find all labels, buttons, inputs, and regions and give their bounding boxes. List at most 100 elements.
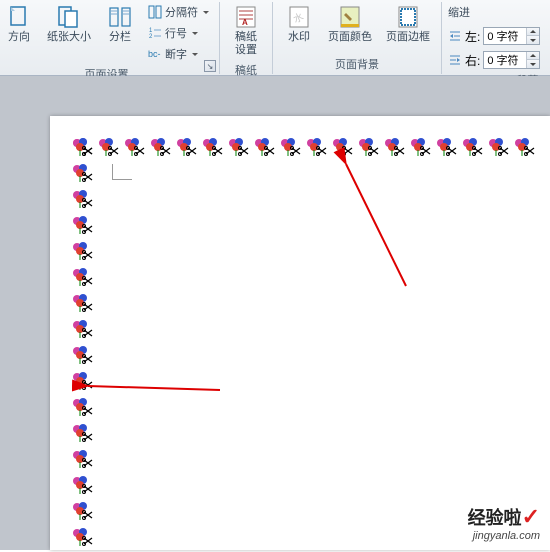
line-numbers-icon: 12 xyxy=(148,26,162,40)
breaks-button[interactable]: 分隔符 xyxy=(144,2,213,22)
group-indent: 缩进 左: 右: 段落 xyxy=(442,2,546,74)
group-label-page-bg: 页面背景 xyxy=(279,54,435,74)
spinner-down[interactable] xyxy=(527,60,539,68)
art-border-motif-icon xyxy=(200,136,226,162)
art-border-motif-icon xyxy=(512,136,538,162)
art-border-motif-icon xyxy=(70,422,96,448)
art-border-motif-icon xyxy=(70,292,96,318)
annotation-arrow-top xyxy=(336,156,436,299)
indent-right-label: 右: xyxy=(465,52,480,69)
columns-label: 分栏 xyxy=(109,31,131,44)
watermark-sub: jingyanla.com xyxy=(468,530,540,542)
indent-title: 缩进 xyxy=(448,4,470,20)
orientation-label: 方向 xyxy=(8,31,30,44)
art-border-motif-icon xyxy=(70,344,96,370)
hyphenation-icon: bc- xyxy=(148,47,162,61)
art-border-motif-icon xyxy=(304,136,330,162)
page-color-label: 页面颜色 xyxy=(328,31,372,44)
breaks-label: 分隔符 xyxy=(165,4,198,20)
svg-text:2: 2 xyxy=(149,34,153,40)
art-border-motif-icon xyxy=(70,214,96,240)
orientation-button[interactable]: 方向 xyxy=(0,2,38,47)
svg-text:bc-: bc- xyxy=(148,49,161,59)
line-numbers-button[interactable]: 12 行号 xyxy=(144,23,213,43)
page-border-button[interactable]: 页面边框 xyxy=(381,2,435,47)
art-border-motif-icon xyxy=(382,136,408,162)
art-border-motif-icon xyxy=(226,136,252,162)
indent-left-icon xyxy=(448,29,462,43)
art-border-motif-icon xyxy=(70,188,96,214)
art-border-motif-icon xyxy=(70,526,96,552)
indent-left-spinner[interactable] xyxy=(483,27,540,45)
cursor-marker xyxy=(112,164,132,180)
paper-size-button[interactable]: 纸张大小 xyxy=(42,2,96,47)
columns-button[interactable]: 分栏 xyxy=(100,2,140,47)
spinner-down[interactable] xyxy=(527,36,539,44)
hyphenation-label: 断字 xyxy=(165,46,187,62)
group-draft: A 稿纸 设置 稿纸 xyxy=(220,2,273,74)
spinner-up[interactable] xyxy=(527,52,539,60)
art-border-motif-icon xyxy=(148,136,174,162)
svg-text:A: A xyxy=(242,18,248,27)
art-border-motif-icon xyxy=(330,136,356,162)
watermark-label: 水印 xyxy=(288,31,310,44)
page-art-border-left xyxy=(70,136,96,550)
watermark-button[interactable]: 水 水印 xyxy=(279,2,319,47)
chevron-down-icon xyxy=(192,53,198,56)
chevron-down-icon xyxy=(192,32,198,35)
annotation-arrow-left xyxy=(80,376,230,399)
page-border-label: 页面边框 xyxy=(386,31,430,44)
art-border-motif-icon xyxy=(486,136,512,162)
art-border-motif-icon xyxy=(70,448,96,474)
art-border-motif-icon xyxy=(460,136,486,162)
draft-icon: A xyxy=(232,5,260,29)
indent-left-input[interactable] xyxy=(484,30,526,42)
group-page-background: 水 水印 页面颜色 页面边框 页面背景 xyxy=(273,2,442,74)
columns-icon xyxy=(106,5,134,29)
watermark-icon: 水 xyxy=(285,5,313,29)
art-border-motif-icon xyxy=(174,136,200,162)
document-page[interactable] xyxy=(50,116,550,550)
group-page-setup: 方向 纸张大小 分栏 分隔符 xyxy=(0,2,220,74)
indent-right-input[interactable] xyxy=(484,54,526,66)
art-border-motif-icon xyxy=(70,474,96,500)
page-art-border-top xyxy=(70,136,550,162)
draft-settings-button[interactable]: A 稿纸 设置 xyxy=(226,2,266,60)
indent-right-spinner[interactable] xyxy=(483,51,540,69)
art-border-motif-icon xyxy=(356,136,382,162)
page-color-button[interactable]: 页面颜色 xyxy=(323,2,377,47)
art-border-motif-icon xyxy=(70,370,96,396)
art-border-motif-icon xyxy=(70,136,96,162)
art-border-motif-icon xyxy=(70,500,96,526)
indent-right-icon xyxy=(448,53,462,67)
indent-left-label: 左: xyxy=(465,28,480,45)
art-border-motif-icon xyxy=(408,136,434,162)
breaks-icon xyxy=(148,5,162,19)
page-setup-dialog-launcher[interactable] xyxy=(204,60,216,72)
site-watermark: 经验啦✓ jingyanla.com xyxy=(468,504,540,542)
watermark-title: 经验啦 xyxy=(468,508,522,528)
art-border-motif-icon xyxy=(70,162,96,188)
paper-size-icon xyxy=(55,5,83,29)
art-border-motif-icon xyxy=(70,396,96,422)
page-color-icon xyxy=(336,5,364,29)
art-border-motif-icon xyxy=(70,240,96,266)
hyphenation-button[interactable]: bc- 断字 xyxy=(144,44,213,64)
paper-size-label: 纸张大小 xyxy=(47,31,91,44)
art-border-motif-icon xyxy=(122,136,148,162)
chevron-down-icon xyxy=(203,11,209,14)
check-icon: ✓ xyxy=(522,504,540,529)
draft-settings-label: 稿纸 设置 xyxy=(235,31,257,57)
orientation-icon xyxy=(5,5,33,29)
art-border-motif-icon xyxy=(434,136,460,162)
document-workspace xyxy=(0,76,550,550)
spinner-up[interactable] xyxy=(527,28,539,36)
line-numbers-label: 行号 xyxy=(165,25,187,41)
art-border-motif-icon xyxy=(278,136,304,162)
art-border-motif-icon xyxy=(96,136,122,162)
art-border-motif-icon xyxy=(252,136,278,162)
ribbon: 方向 纸张大小 分栏 分隔符 xyxy=(0,0,550,76)
art-border-motif-icon xyxy=(70,318,96,344)
art-border-motif-icon xyxy=(70,266,96,292)
page-border-icon xyxy=(394,5,422,29)
